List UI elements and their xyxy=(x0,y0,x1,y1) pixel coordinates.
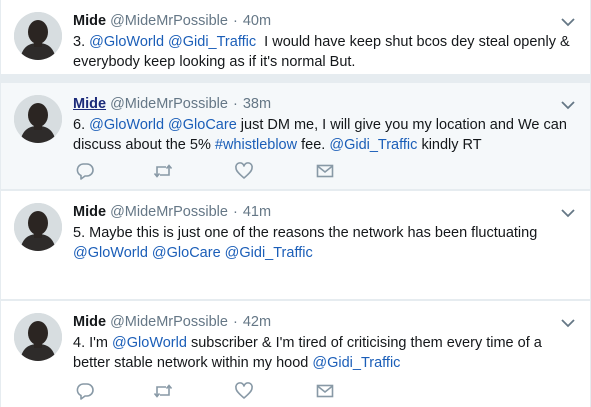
tweet-text: 6. @GloWorld @GloCare just DM me, I will… xyxy=(73,115,573,155)
heart-icon[interactable] xyxy=(234,161,254,181)
tweet-body: 5. Maybe this is just one of the reasons… xyxy=(73,225,538,241)
avatar[interactable] xyxy=(14,203,62,251)
timestamp[interactable]: 38m xyxy=(243,96,271,112)
separator-dot: · xyxy=(232,204,238,220)
separator-dot: · xyxy=(232,13,238,29)
author-name[interactable]: Mide xyxy=(73,96,106,112)
tweet-text: 5. Maybe this is just one of the reasons… xyxy=(73,223,573,263)
tweet[interactable]: Mide @MideMrPossible · 42m 4. I'm @GloWo… xyxy=(0,300,591,407)
reply-icon[interactable] xyxy=(75,161,95,181)
tweet-actions xyxy=(75,161,345,181)
mention-link[interactable]: @Gidi_Traffic xyxy=(329,137,417,153)
author-handle[interactable]: @MideMrPossible xyxy=(110,13,228,29)
avatar-image xyxy=(14,313,62,361)
mention-link[interactable]: @Gidi_Traffic xyxy=(168,34,256,50)
timestamp[interactable]: 40m xyxy=(243,13,271,29)
chevron-down-icon[interactable] xyxy=(560,99,576,111)
avatar[interactable] xyxy=(14,12,62,60)
reply-icon[interactable] xyxy=(75,381,95,401)
tweet-number: 3. xyxy=(73,34,86,50)
retweet-icon[interactable] xyxy=(153,381,173,401)
mention-link[interactable]: @Gidi_Traffic xyxy=(312,355,400,371)
author-handle[interactable]: @MideMrPossible xyxy=(110,204,228,220)
avatar-image xyxy=(14,95,62,143)
tweet-body: fee. xyxy=(301,137,326,153)
envelope-icon[interactable] xyxy=(315,381,335,401)
tweet[interactable]: Mide @MideMrPossible · 41m 5. Maybe this… xyxy=(0,190,591,299)
tweet-body: kindly RT xyxy=(421,137,482,153)
tweet-header: Mide @MideMrPossible · 41m xyxy=(73,202,271,222)
tweet-text: 3. @GloWorld @Gidi_Traffic I would have … xyxy=(73,32,573,72)
tweet-header: Mide @MideMrPossible · 42m xyxy=(73,312,271,332)
mention-link[interactable]: @GloWorld xyxy=(112,335,187,351)
mention-link[interactable]: @GloWorld xyxy=(89,34,164,50)
tweet-number: 4. I'm xyxy=(73,335,108,351)
separator-dot: · xyxy=(232,96,238,112)
tweet-feed: Mide @MideMrPossible · 40m 3. @GloWorld … xyxy=(0,0,591,407)
tweet-header: Mide @MideMrPossible · 40m xyxy=(73,11,271,31)
hashtag-link[interactable]: #whistleblow xyxy=(215,137,297,153)
author-handle[interactable]: @MideMrPossible xyxy=(110,314,228,330)
avatar[interactable] xyxy=(14,313,62,361)
tweet[interactable]: Mide @MideMrPossible · 40m 3. @GloWorld … xyxy=(0,0,591,74)
retweet-icon[interactable] xyxy=(153,161,173,181)
author-handle[interactable]: @MideMrPossible xyxy=(110,96,228,112)
author-name[interactable]: Mide xyxy=(73,204,106,220)
author-name[interactable]: Mide xyxy=(73,13,106,29)
tweet-actions xyxy=(75,381,345,401)
heart-icon[interactable] xyxy=(234,381,254,401)
chevron-down-icon[interactable] xyxy=(560,16,576,28)
timestamp[interactable]: 42m xyxy=(243,314,271,330)
avatar-image xyxy=(14,203,62,251)
author-name[interactable]: Mide xyxy=(73,314,106,330)
mention-link[interactable]: @GloWorld xyxy=(73,245,148,261)
chevron-down-icon[interactable] xyxy=(560,317,576,329)
mention-link[interactable]: @GloCare xyxy=(152,245,221,261)
avatar-image xyxy=(14,12,62,60)
tweet-header: Mide @MideMrPossible · 38m xyxy=(73,94,271,114)
avatar[interactable] xyxy=(14,95,62,143)
timestamp[interactable]: 41m xyxy=(243,204,271,220)
chevron-down-icon[interactable] xyxy=(560,207,576,219)
mention-link[interactable]: @GloWorld xyxy=(89,117,164,133)
separator-dot: · xyxy=(232,314,238,330)
envelope-icon[interactable] xyxy=(315,161,335,181)
tweet-number: 6. xyxy=(73,117,86,133)
mention-link[interactable]: @Gidi_Traffic xyxy=(225,245,313,261)
tweet[interactable]: Mide @MideMrPossible · 38m 6. @GloWorld … xyxy=(0,82,591,189)
mention-link[interactable]: @GloCare xyxy=(168,117,237,133)
tweet-text: 4. I'm @GloWorld subscriber & I'm tired … xyxy=(73,333,573,373)
